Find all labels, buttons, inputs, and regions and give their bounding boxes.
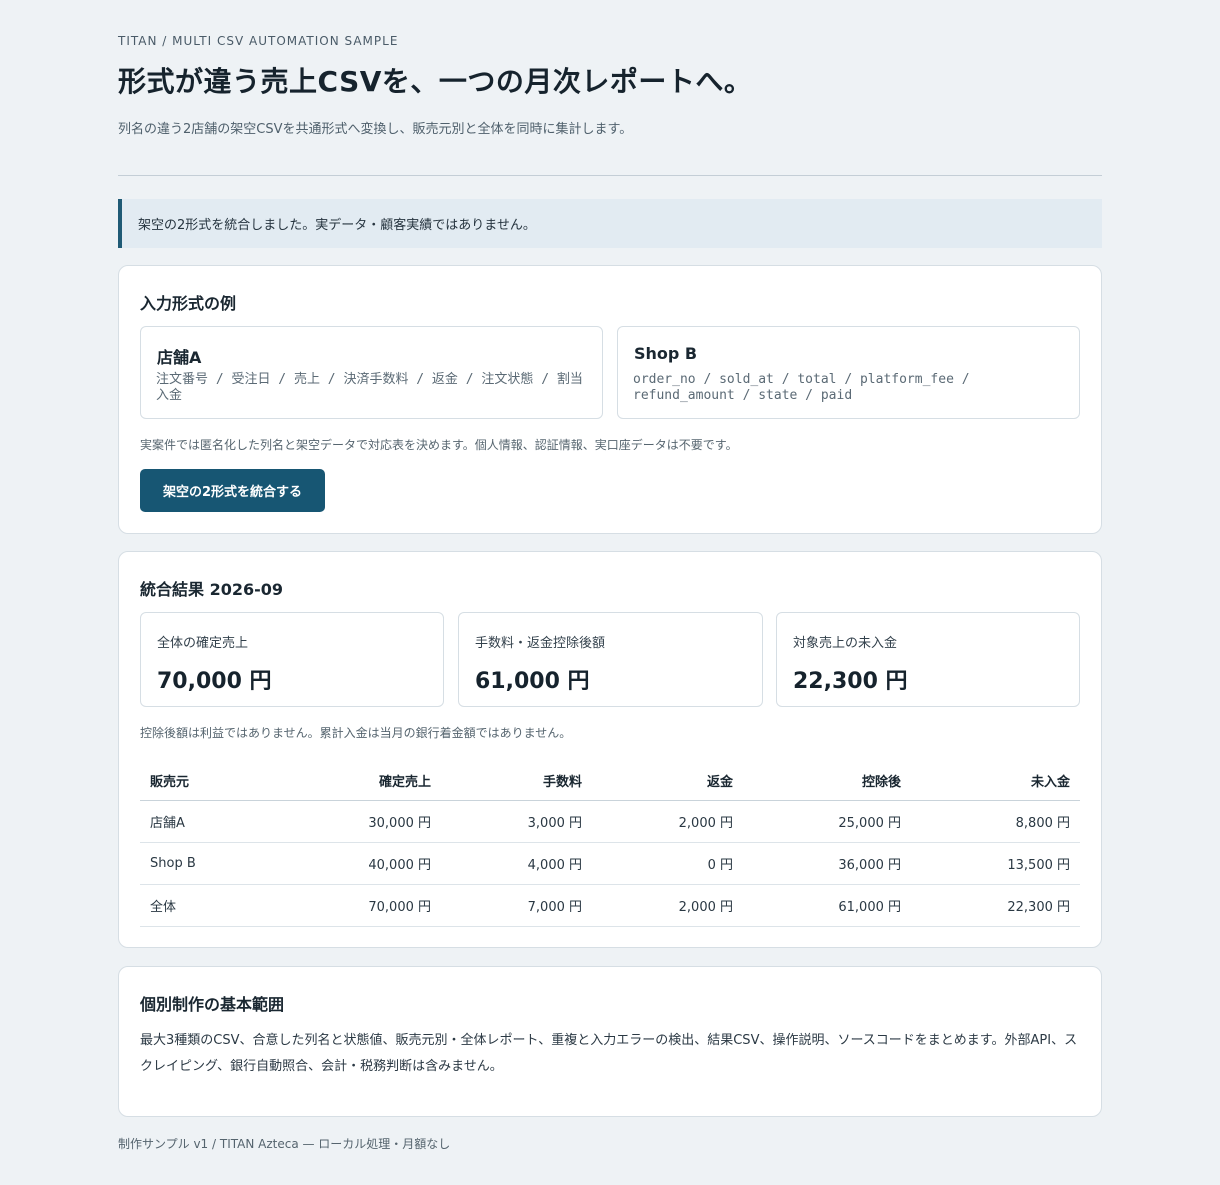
table-cell: 13,500 円 [911,842,1080,885]
table-cell: 70,000 円 [300,884,441,927]
format-shop-a-name: 店舗A [157,348,202,367]
format-shop-b-name: Shop B [634,344,698,363]
table-cell: 全体 [140,884,300,927]
status-notice: 架空の2形式を統合しました。実データ・顧客実績ではありません。 [118,199,1102,248]
table-row: 全体 70,000 円 7,000 円 2,000 円 61,000 円 22,… [140,884,1080,927]
kpi-net-amount: 手数料・返金控除後額 61,000 円 [458,612,763,707]
format-shop-a: 店舗A 注文番号 / 受注日 / 売上 / 決済手数料 / 返金 / 注文状態 … [140,326,603,419]
input-formats-note: 実案件では匿名化した列名と架空データで対応表を決めます。個人情報、認証情報、実口… [140,438,738,452]
divider [118,175,1102,176]
scope-card: 個別制作の基本範囲 最大3種類のCSV、合意した列名と状態値、販売元別・全体レポ… [118,966,1102,1117]
column-header-unpaid: 未入金 [911,762,1080,801]
kpi-label: 手数料・返金控除後額 [475,636,606,651]
kpi-label: 全体の確定売上 [157,636,249,651]
table-cell: 8,800 円 [911,800,1080,843]
input-formats-card: 入力形式の例 店舗A 注文番号 / 受注日 / 売上 / 決済手数料 / 返金 … [118,265,1102,534]
result-title: 統合結果 2026-09 [140,580,284,599]
table-cell: 25,000 円 [743,800,911,843]
table-cell: 40,000 円 [300,842,441,885]
kpi-value: 61,000 円 [475,669,590,694]
column-header-sales: 確定売上 [300,762,441,801]
table-cell: 7,000 円 [441,884,592,927]
kpi-value: 22,300 円 [793,669,908,694]
table-cell: Shop B [140,842,300,885]
page-subtitle: 列名の違う2店舗の架空CSVを共通形式へ変換し、販売元別と全体を同時に集計します… [118,122,633,137]
result-card: 統合結果 2026-09 全体の確定売上 70,000 円 手数料・返金控除後額… [118,551,1102,948]
scope-title: 個別制作の基本範囲 [140,995,285,1014]
result-note: 控除後額は利益ではありません。累計入金は当月の銀行着金額ではありません。 [140,726,572,740]
summary-table: 販売元 確定売上 手数料 返金 控除後 未入金 店舗A 30,000 円 3,0… [140,762,1080,927]
merge-button[interactable]: 架空の2形式を統合する [140,469,325,512]
table-cell: 2,000 円 [592,884,743,927]
table-cell: 0 円 [592,842,743,885]
kpi-label: 対象売上の未入金 [793,636,898,651]
format-shop-b-columns: order_no / sold_at / total / platform_fe… [633,372,970,403]
table-cell: 36,000 円 [743,842,911,885]
column-header-fee: 手数料 [441,762,592,801]
table-row: 店舗A 30,000 円 3,000 円 2,000 円 25,000 円 8,… [140,800,1080,843]
table-cell: 2,000 円 [592,800,743,843]
kpi-unpaid: 対象売上の未入金 22,300 円 [776,612,1080,707]
table-header-row: 販売元 確定売上 手数料 返金 控除後 未入金 [140,762,1080,801]
table-cell: 30,000 円 [300,800,441,843]
format-shop-b: Shop B order_no / sold_at / total / plat… [617,326,1080,419]
page-title: 形式が違う売上CSVを、一つの月次レポートへ。 [118,65,753,98]
scope-description: 最大3種類のCSV、合意した列名と状態値、販売元別・全体レポート、重複と入力エラ… [140,1033,1078,1074]
eyebrow: TITAN / MULTI CSV AUTOMATION SAMPLE [118,34,399,48]
table-cell: 4,000 円 [441,842,592,885]
column-header-refund: 返金 [592,762,743,801]
table-cell: 22,300 円 [911,884,1080,927]
table-cell: 3,000 円 [441,800,592,843]
input-formats-title: 入力形式の例 [140,294,237,313]
column-header-net: 控除後 [743,762,911,801]
table-row: Shop B 40,000 円 4,000 円 0 円 36,000 円 13,… [140,842,1080,885]
kpi-total-sales: 全体の確定売上 70,000 円 [140,612,444,707]
table-cell: 店舗A [140,800,300,843]
column-header-seller: 販売元 [140,762,300,801]
format-shop-a-columns: 注文番号 / 受注日 / 売上 / 決済手数料 / 返金 / 注文状態 / 割当… [156,372,583,403]
kpi-value: 70,000 円 [157,669,272,694]
table-cell: 61,000 円 [743,884,911,927]
footer: 制作サンプル v1 / TITAN Azteca — ローカル処理・月額なし [118,1137,451,1151]
